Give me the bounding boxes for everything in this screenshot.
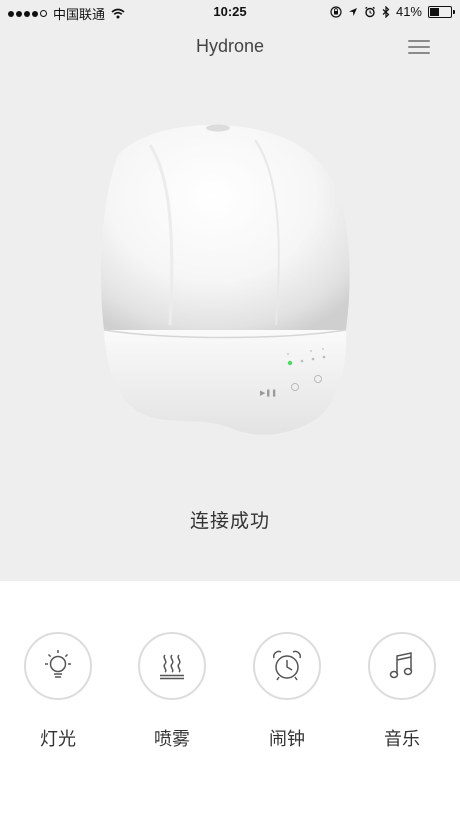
location-arrow-icon <box>348 7 357 16</box>
humidifier-device-image: ▶❚❚ <box>100 124 350 435</box>
status-bar: 中国联通 10:25 41% <box>0 0 460 24</box>
light-button[interactable]: 灯光 <box>8 632 108 751</box>
connection-status: 连接成功 <box>189 511 270 532</box>
alarm-label: 闹钟 <box>269 729 305 749</box>
battery-percentage: 41% <box>395 4 422 19</box>
status-bar-right: 41% <box>330 4 455 19</box>
music-button[interactable]: 音乐 <box>352 632 452 751</box>
battery-icon <box>428 5 455 18</box>
music-note-icon <box>368 632 436 700</box>
music-label: 音乐 <box>384 729 420 749</box>
battery-level-fill <box>430 7 440 16</box>
menu-icon[interactable] <box>408 40 430 56</box>
light-label: 灯光 <box>40 729 76 749</box>
orientation-lock-icon <box>330 5 342 18</box>
alarm-button[interactable]: 闹钟 <box>237 632 337 751</box>
page-title: Hydrone <box>195 36 265 56</box>
light-bulb-icon <box>24 632 92 700</box>
alarm-clock-icon <box>253 632 321 700</box>
bluetooth-icon <box>382 5 390 18</box>
mist-label: 喷雾 <box>154 729 190 749</box>
alarm-icon <box>365 6 375 17</box>
mist-icon <box>138 632 206 700</box>
mist-button[interactable]: 喷雾 <box>122 632 222 751</box>
device-panel-symbols: ▶❚❚ <box>260 389 277 397</box>
